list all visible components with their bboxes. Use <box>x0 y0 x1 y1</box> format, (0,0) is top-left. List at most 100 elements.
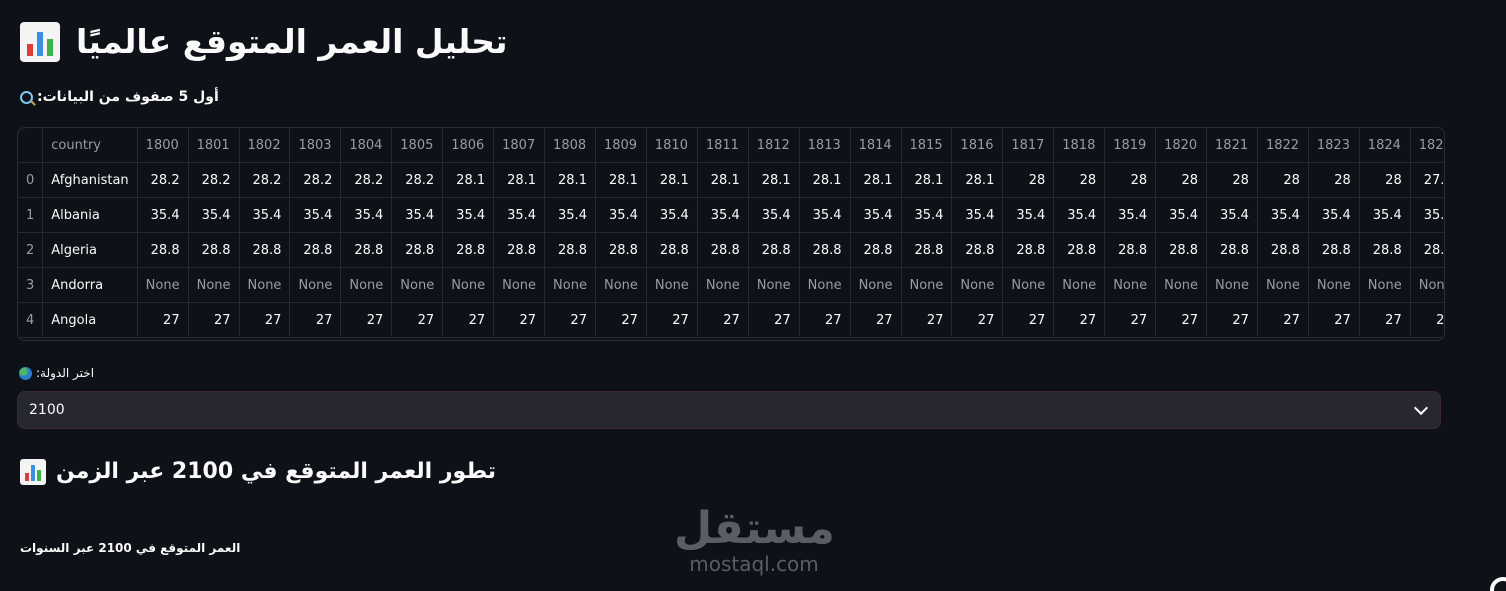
table-cell[interactable]: 35.4 <box>799 197 851 233</box>
table-cell[interactable]: 28.2 <box>137 162 189 198</box>
table-cell[interactable]: 28 <box>1308 162 1360 198</box>
column-header[interactable]: country <box>42 128 138 163</box>
table-cell[interactable]: 35.4 <box>697 197 749 233</box>
table-cell[interactable]: 27 <box>1257 302 1309 338</box>
table-cell[interactable]: 35.4 <box>1155 197 1208 233</box>
table-cell[interactable]: 28 <box>1155 162 1208 198</box>
table-cell[interactable]: 27 <box>493 302 546 338</box>
table-cell[interactable]: 27 <box>1206 302 1258 338</box>
table-cell[interactable]: 28.2 <box>239 162 291 198</box>
table-cell[interactable]: 28.8 <box>188 232 240 268</box>
table-cell[interactable]: 28.2 <box>340 162 393 198</box>
table-cell[interactable]: 35.4 <box>1257 197 1309 233</box>
column-header[interactable]: 1823 <box>1308 128 1360 163</box>
column-header[interactable]: 1801 <box>188 128 240 163</box>
column-header[interactable]: 1807 <box>493 128 546 163</box>
table-cell[interactable]: 28.8 <box>595 232 647 268</box>
table-cell[interactable]: 28.1 <box>544 162 596 198</box>
table-cell[interactable]: 27 <box>1104 302 1157 338</box>
table-cell[interactable]: 35.4 <box>1410 197 1444 233</box>
table-cell[interactable]: 28.8 <box>1002 232 1055 268</box>
table-cell[interactable]: 27 <box>850 302 902 338</box>
table-cell[interactable]: 27 <box>239 302 291 338</box>
country-cell[interactable]: Afghanistan <box>42 162 138 198</box>
table-cell[interactable]: 28.8 <box>544 232 596 268</box>
table-cell[interactable]: 27 <box>137 302 189 338</box>
data-table[interactable]: country 1800 1801 1802 1803 1804 1805 1806 1807 1… <box>17 127 1445 341</box>
table-cell[interactable]: 27 <box>188 302 240 338</box>
column-header[interactable]: 1806 <box>442 128 495 163</box>
table-cell[interactable]: 28.8 <box>340 232 393 268</box>
table-cell[interactable]: 27 <box>289 302 342 338</box>
country-cell[interactable]: Albania <box>42 197 138 233</box>
table-cell[interactable]: 28.1 <box>493 162 546 198</box>
table-cell[interactable]: 28.1 <box>442 162 495 198</box>
table-cell[interactable]: None <box>901 267 953 303</box>
table-cell[interactable]: 27 <box>1359 302 1411 338</box>
table-cell[interactable]: None <box>442 267 495 303</box>
table-cell[interactable]: None <box>1359 267 1411 303</box>
table-cell[interactable]: 28.8 <box>1257 232 1309 268</box>
row-index[interactable]: 2 <box>18 232 44 268</box>
column-header[interactable]: 1812 <box>748 128 800 163</box>
table-cell[interactable]: 27 <box>799 302 851 338</box>
table-cell[interactable]: 35.4 <box>748 197 800 233</box>
table-cell[interactable]: 27 <box>1002 302 1055 338</box>
row-index[interactable]: 0 <box>18 162 44 198</box>
table-cell[interactable]: 35.4 <box>137 197 189 233</box>
table-cell[interactable]: 28.8 <box>1053 232 1106 268</box>
column-header[interactable]: 1813 <box>799 128 851 163</box>
table-cell[interactable]: 28.8 <box>1308 232 1360 268</box>
table-cell[interactable]: 27 <box>646 302 698 338</box>
table-cell[interactable]: None <box>544 267 596 303</box>
table-cell[interactable]: 35.4 <box>1053 197 1106 233</box>
table-cell[interactable]: 27 <box>544 302 596 338</box>
table-cell[interactable]: None <box>1053 267 1106 303</box>
table-cell[interactable]: 28.8 <box>901 232 953 268</box>
column-header[interactable]: 1810 <box>646 128 698 163</box>
chevron-down-icon[interactable] <box>1413 400 1429 416</box>
table-cell[interactable]: None <box>850 267 902 303</box>
table-cell[interactable]: None <box>340 267 393 303</box>
table-cell[interactable]: 35.4 <box>1359 197 1411 233</box>
table-cell[interactable]: None <box>289 267 342 303</box>
column-header[interactable]: 1821 <box>1206 128 1258 163</box>
table-cell[interactable]: 35.4 <box>239 197 291 233</box>
table-cell[interactable]: 35.4 <box>1104 197 1157 233</box>
table-cell[interactable]: None <box>1002 267 1055 303</box>
table-cell[interactable]: 28.8 <box>1359 232 1411 268</box>
table-cell[interactable]: 28.1 <box>697 162 749 198</box>
column-header[interactable]: 1817 <box>1002 128 1055 163</box>
table-cell[interactable]: 35.4 <box>340 197 393 233</box>
table-cell[interactable]: None <box>137 267 189 303</box>
row-index[interactable]: 3 <box>18 267 44 303</box>
table-cell[interactable]: 28.2 <box>289 162 342 198</box>
table-cell[interactable]: 35.4 <box>1206 197 1258 233</box>
table-cell[interactable]: 28.8 <box>289 232 342 268</box>
column-header[interactable]: 1822 <box>1257 128 1309 163</box>
table-cell[interactable]: 27 <box>951 302 1004 338</box>
table-cell[interactable]: 27.9 <box>1410 162 1444 198</box>
row-index[interactable]: 4 <box>18 302 44 338</box>
table-cell[interactable]: None <box>391 267 444 303</box>
table-cell[interactable]: 28.2 <box>391 162 444 198</box>
table-cell[interactable]: None <box>239 267 291 303</box>
column-header[interactable]: 1816 <box>951 128 1004 163</box>
table-cell[interactable]: 35.4 <box>901 197 953 233</box>
table-cell[interactable]: None <box>799 267 851 303</box>
table-cell[interactable]: 28 <box>1206 162 1258 198</box>
table-cell[interactable]: 35.4 <box>951 197 1004 233</box>
table-cell[interactable]: 35.4 <box>850 197 902 233</box>
table-cell[interactable]: None <box>1410 267 1444 303</box>
table-cell[interactable]: 35.4 <box>1002 197 1055 233</box>
country-cell[interactable]: Angola <box>42 302 138 338</box>
table-cell[interactable]: None <box>188 267 240 303</box>
table-cell[interactable]: None <box>1308 267 1360 303</box>
column-header[interactable]: 1805 <box>391 128 444 163</box>
table-cell[interactable]: 28 <box>1257 162 1309 198</box>
table-cell[interactable]: 28.1 <box>799 162 851 198</box>
column-header[interactable]: 1811 <box>697 128 749 163</box>
table-cell[interactable]: 35.4 <box>493 197 546 233</box>
table-cell[interactable]: 28.8 <box>1206 232 1258 268</box>
table-cell[interactable]: 27 <box>901 302 953 338</box>
